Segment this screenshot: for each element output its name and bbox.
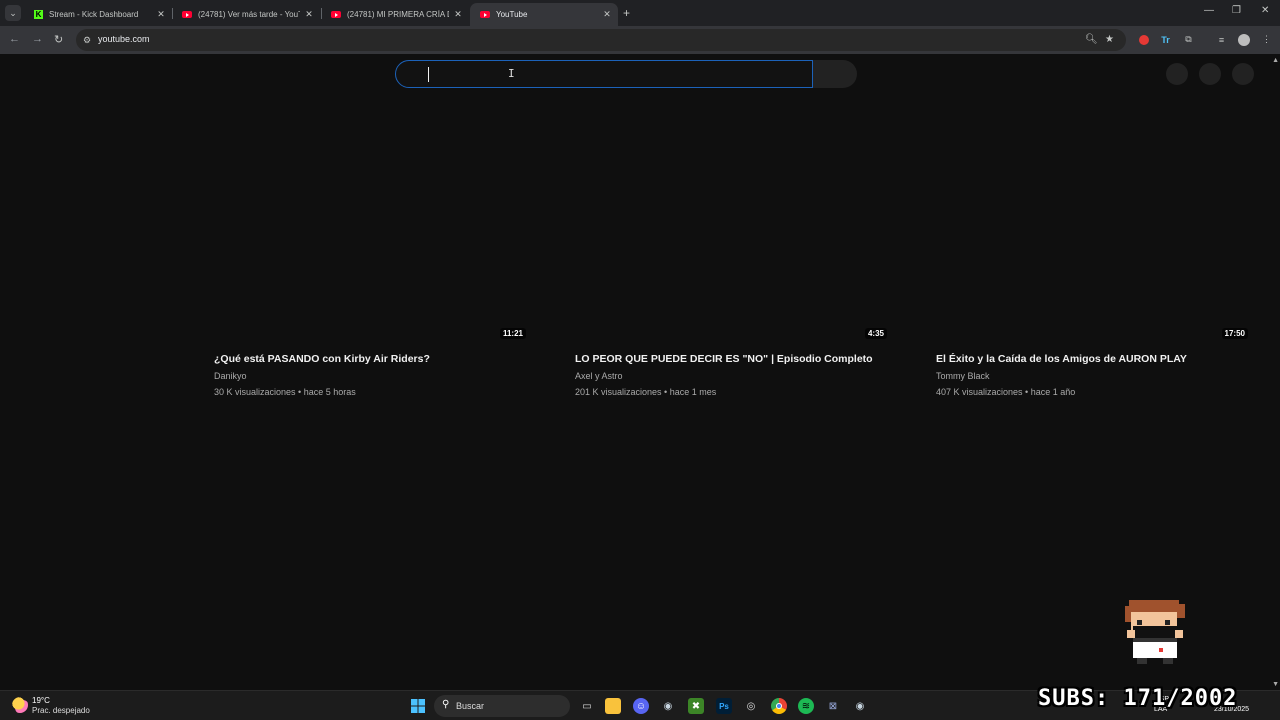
youtube-icon: [331, 11, 341, 18]
close-icon[interactable]: ✕: [156, 9, 166, 20]
text-caret: [428, 67, 429, 82]
close-icon[interactable]: ✕: [453, 9, 463, 20]
taskbar-search-label: Buscar: [456, 701, 485, 711]
browser-menu-icon[interactable]: ⋮: [1260, 33, 1273, 46]
tab-youtube-active[interactable]: YouTube ✕: [470, 3, 618, 26]
video-duration: 4:35: [864, 328, 887, 339]
account-avatar[interactable]: [1232, 63, 1254, 85]
extensions-puzzle-icon[interactable]: ⧉: [1182, 33, 1195, 46]
tab-primera-cria[interactable]: (24781) MI PRIMERA CRÍA DE D ✕: [321, 3, 469, 26]
notifications-button[interactable]: [1199, 63, 1221, 85]
stream-mascot-image: [1125, 600, 1185, 664]
close-icon[interactable]: ✕: [602, 9, 612, 20]
url-text: youtube.com: [98, 34, 150, 44]
video-title[interactable]: El Éxito y la Caída de los Amigos de AUR…: [936, 353, 1280, 365]
extension-record-icon[interactable]: [1137, 33, 1150, 46]
tab-title: YouTube: [496, 10, 528, 19]
obs-icon[interactable]: ◎: [743, 698, 759, 714]
video-thumbnail[interactable]: 4:35: [575, 134, 890, 342]
site-settings-icon[interactable]: ⚙: [83, 35, 93, 45]
tab-title: (24781) Ver más tarde - YouTube: [198, 10, 300, 19]
video-title[interactable]: ¿Qué está PASANDO con Kirby Air Riders?: [214, 353, 574, 365]
video-meta: 201 K visualizaciones • hace 1 mes: [575, 387, 717, 397]
windows-start-icon[interactable]: [410, 698, 426, 714]
extension-translate-icon[interactable]: Tr: [1159, 33, 1172, 46]
video-channel[interactable]: Axel y Astro: [575, 371, 623, 381]
taskbar-search[interactable]: ⚲ Buscar: [434, 695, 570, 717]
tab-title: Stream - Kick Dashboard: [49, 10, 139, 19]
tab-media-icon[interactable]: ≡: [1215, 33, 1228, 46]
address-bar[interactable]: ⚙ youtube.com 🔍︎ ★: [76, 29, 1126, 51]
scroll-up-arrow[interactable]: ▲: [1272, 57, 1279, 64]
reload-button[interactable]: ↻: [54, 33, 63, 46]
search-input[interactable]: I: [395, 60, 813, 88]
tab-ver-mas-tarde[interactable]: (24781) Ver más tarde - YouTube ✕: [172, 3, 320, 26]
chevron-down-icon: ⌄: [9, 7, 17, 18]
subs-counter-overlay: SUBS: 171/2002: [1038, 686, 1238, 711]
spotify-icon[interactable]: ≋: [798, 698, 814, 714]
app-window-icon[interactable]: ⊠: [825, 698, 841, 714]
weather-icon[interactable]: [12, 697, 28, 713]
profile-avatar[interactable]: [1237, 33, 1250, 46]
video-meta: 407 K visualizaciones • hace 1 año: [936, 387, 1076, 397]
tab-strip: ⌄ K Stream - Kick Dashboard ✕ (24781) Ve…: [0, 0, 1280, 26]
youtube-icon: [480, 11, 490, 18]
video-meta: 30 K visualizaciones • hace 5 horas: [214, 387, 356, 397]
search-button[interactable]: [813, 60, 857, 88]
photoshop-icon[interactable]: Ps: [716, 698, 732, 714]
minimize-button[interactable]: —: [1204, 5, 1214, 16]
scroll-down-arrow[interactable]: ▼: [1272, 681, 1279, 688]
back-button[interactable]: ←: [9, 33, 20, 45]
browser-toolbar: ← → ↻ ⚙ youtube.com 🔍︎ ★ Tr ⧉ ≡ ⋮: [0, 26, 1280, 54]
tab-kick-dashboard[interactable]: K Stream - Kick Dashboard ✕: [24, 3, 172, 26]
video-channel[interactable]: Danikyo: [214, 371, 247, 381]
close-window-button[interactable]: ✕: [1261, 5, 1269, 16]
video-thumbnail[interactable]: 17:50: [936, 134, 1251, 342]
forward-button[interactable]: →: [32, 33, 43, 45]
close-icon[interactable]: ✕: [304, 9, 314, 20]
video-channel[interactable]: Tommy Black: [936, 371, 990, 381]
steam-icon[interactable]: ◉: [660, 698, 676, 714]
restore-button[interactable]: ❐: [1232, 5, 1241, 16]
search-icon: ⚲: [442, 699, 450, 710]
kick-icon: K: [34, 10, 43, 19]
video-duration: 11:21: [499, 328, 526, 339]
youtube-icon: [182, 11, 192, 18]
youtube-page: I ▲ 11:21 ¿Qué está PASANDO con Kirby Ai…: [0, 54, 1280, 690]
new-tab-button[interactable]: +: [623, 6, 630, 20]
tab-search-button[interactable]: ⌄: [5, 5, 21, 21]
tab-title: (24781) MI PRIMERA CRÍA DE D: [347, 10, 449, 19]
file-explorer-icon[interactable]: [605, 698, 621, 714]
zoom-icon[interactable]: 🔍︎: [1085, 34, 1098, 45]
video-thumbnail[interactable]: 11:21: [214, 134, 529, 342]
bookmark-star-icon[interactable]: ★: [1105, 34, 1114, 45]
task-view-icon[interactable]: ▭: [579, 698, 595, 714]
discord-icon[interactable]: ☺: [633, 698, 649, 714]
weather-temperature[interactable]: 19°C: [32, 696, 50, 705]
minecraft-icon[interactable]: ✖: [688, 698, 704, 714]
weather-condition[interactable]: Prac. despejado: [32, 706, 90, 715]
video-duration: 17:50: [1221, 328, 1248, 339]
chrome-icon[interactable]: [771, 698, 787, 714]
create-button[interactable]: [1166, 63, 1188, 85]
steam-alt-icon[interactable]: ◉: [852, 698, 868, 714]
video-title[interactable]: LO PEOR QUE PUEDE DECIR ES "NO" | Episod…: [575, 353, 935, 365]
mouse-cursor-ibeam: I: [508, 67, 515, 80]
